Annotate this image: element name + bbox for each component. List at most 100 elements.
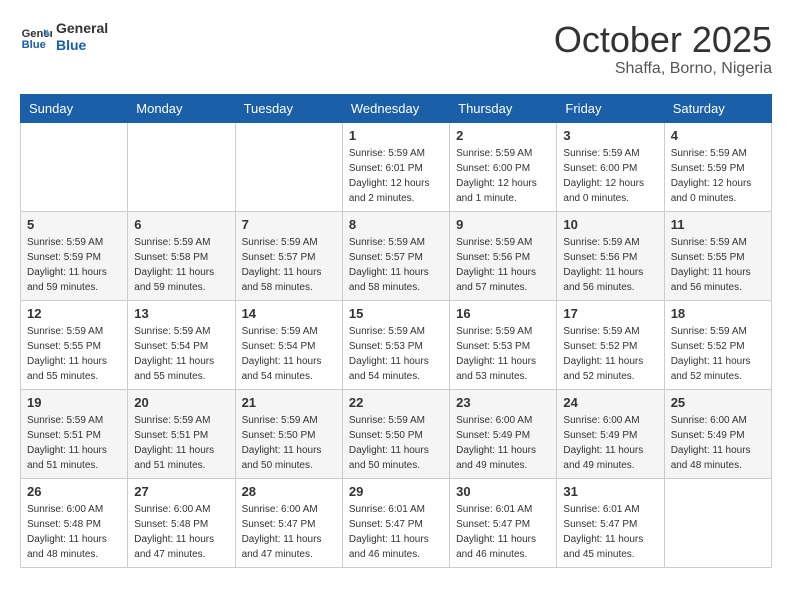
day-info: Sunrise: 5:59 AM Sunset: 5:54 PM Dayligh… bbox=[134, 324, 228, 384]
day-info: Sunrise: 5:59 AM Sunset: 5:57 PM Dayligh… bbox=[349, 235, 443, 295]
day-info: Sunrise: 5:59 AM Sunset: 5:52 PM Dayligh… bbox=[671, 324, 765, 384]
calendar-cell: 24 Sunrise: 6:00 AM Sunset: 5:49 PM Dayli… bbox=[557, 389, 664, 478]
day-number: 13 bbox=[134, 306, 228, 321]
day-number: 20 bbox=[134, 395, 228, 410]
day-info: Sunrise: 5:59 AM Sunset: 5:58 PM Dayligh… bbox=[134, 235, 228, 295]
calendar-cell: 11 Sunrise: 5:59 AM Sunset: 5:55 PM Dayli… bbox=[664, 211, 771, 300]
day-info: Sunrise: 5:59 AM Sunset: 5:59 PM Dayligh… bbox=[27, 235, 121, 295]
calendar-cell: 22Sunrise: 5:59 AM Sunset: 5:50 PM Dayli… bbox=[342, 389, 449, 478]
calendar-cell: 31Sunrise: 6:01 AM Sunset: 5:47 PM Dayli… bbox=[557, 478, 664, 567]
page-header: General Blue General Blue October 2025 S… bbox=[20, 20, 772, 78]
logo-icon: General Blue bbox=[20, 21, 52, 53]
weekday-header-friday: Friday bbox=[557, 94, 664, 122]
day-number: 7 bbox=[242, 217, 336, 232]
calendar-cell: 8 Sunrise: 5:59 AM Sunset: 5:57 PM Daylig… bbox=[342, 211, 449, 300]
day-info: Sunrise: 5:59 AM Sunset: 5:54 PM Dayligh… bbox=[242, 324, 336, 384]
day-number: 27 bbox=[134, 484, 228, 499]
weekday-header-monday: Monday bbox=[128, 94, 235, 122]
title-section: October 2025 Shaffa, Borno, Nigeria bbox=[554, 20, 772, 78]
calendar-cell: 15 Sunrise: 5:59 AM Sunset: 5:53 PM Dayli… bbox=[342, 300, 449, 389]
day-number: 9 bbox=[456, 217, 550, 232]
calendar-cell: 10 Sunrise: 5:59 AM Sunset: 5:56 PM Dayli… bbox=[557, 211, 664, 300]
location: Shaffa, Borno, Nigeria bbox=[554, 60, 772, 78]
calendar-cell: 12 Sunrise: 5:59 AM Sunset: 5:55 PM Dayli… bbox=[21, 300, 128, 389]
day-number: 21 bbox=[242, 395, 336, 410]
day-number: 12 bbox=[27, 306, 121, 321]
calendar-cell: 21 Sunrise: 5:59 AM Sunset: 5:50 PM Dayli… bbox=[235, 389, 342, 478]
day-number: 11 bbox=[671, 217, 765, 232]
day-number: 22 bbox=[349, 395, 443, 410]
day-info: Sunrise: 5:59 AM Sunset: 6:00 PM Dayligh… bbox=[456, 146, 550, 206]
day-info: Sunrise: 5:59 AM Sunset: 5:53 PM Dayligh… bbox=[456, 324, 550, 384]
day-info: Sunrise: 5:59 AM Sunset: 5:51 PM Dayligh… bbox=[134, 413, 228, 473]
day-info: Sunrise: 5:59 AM Sunset: 5:56 PM Dayligh… bbox=[563, 235, 657, 295]
calendar-cell: 30 Sunrise: 6:01 AM Sunset: 5:47 PM Dayli… bbox=[450, 478, 557, 567]
day-info: Sunrise: 6:01 AM Sunset: 5:47 PM Dayligh… bbox=[456, 502, 550, 562]
day-info: Sunrise: 5:59 AM Sunset: 5:55 PM Dayligh… bbox=[671, 235, 765, 295]
calendar-cell bbox=[128, 122, 235, 211]
month-title: October 2025 bbox=[554, 20, 772, 60]
day-number: 1 bbox=[349, 128, 443, 143]
day-number: 3 bbox=[563, 128, 657, 143]
calendar-cell: 18 Sunrise: 5:59 AM Sunset: 5:52 PM Dayli… bbox=[664, 300, 771, 389]
calendar-cell: 28Sunrise: 6:00 AM Sunset: 5:47 PM Dayli… bbox=[235, 478, 342, 567]
day-info: Sunrise: 5:59 AM Sunset: 5:52 PM Dayligh… bbox=[563, 324, 657, 384]
day-info: Sunrise: 6:00 AM Sunset: 5:49 PM Dayligh… bbox=[563, 413, 657, 473]
calendar-cell: 5 Sunrise: 5:59 AM Sunset: 5:59 PM Daylig… bbox=[21, 211, 128, 300]
day-number: 16 bbox=[456, 306, 550, 321]
calendar-week-3: 12 Sunrise: 5:59 AM Sunset: 5:55 PM Dayli… bbox=[21, 300, 772, 389]
calendar-cell: 1Sunrise: 5:59 AM Sunset: 6:01 PM Daylig… bbox=[342, 122, 449, 211]
calendar-week-1: 1Sunrise: 5:59 AM Sunset: 6:01 PM Daylig… bbox=[21, 122, 772, 211]
day-number: 8 bbox=[349, 217, 443, 232]
day-info: Sunrise: 5:59 AM Sunset: 5:57 PM Dayligh… bbox=[242, 235, 336, 295]
calendar-cell: 4 Sunrise: 5:59 AM Sunset: 5:59 PM Daylig… bbox=[664, 122, 771, 211]
day-number: 30 bbox=[456, 484, 550, 499]
day-number: 31 bbox=[563, 484, 657, 499]
day-number: 15 bbox=[349, 306, 443, 321]
day-info: Sunrise: 6:00 AM Sunset: 5:48 PM Dayligh… bbox=[134, 502, 228, 562]
calendar-cell: 7 Sunrise: 5:59 AM Sunset: 5:57 PM Daylig… bbox=[235, 211, 342, 300]
day-info: Sunrise: 6:00 AM Sunset: 5:48 PM Dayligh… bbox=[27, 502, 121, 562]
calendar-cell: 26 Sunrise: 6:00 AM Sunset: 5:48 PM Dayli… bbox=[21, 478, 128, 567]
day-info: Sunrise: 5:59 AM Sunset: 5:51 PM Dayligh… bbox=[27, 413, 121, 473]
weekday-header-sunday: Sunday bbox=[21, 94, 128, 122]
svg-text:Blue: Blue bbox=[22, 39, 46, 51]
day-number: 14 bbox=[242, 306, 336, 321]
calendar-cell: 2 Sunrise: 5:59 AM Sunset: 6:00 PM Daylig… bbox=[450, 122, 557, 211]
day-number: 24 bbox=[563, 395, 657, 410]
day-info: Sunrise: 6:00 AM Sunset: 5:49 PM Dayligh… bbox=[671, 413, 765, 473]
calendar-cell: 9Sunrise: 5:59 AM Sunset: 5:56 PM Daylig… bbox=[450, 211, 557, 300]
day-number: 26 bbox=[27, 484, 121, 499]
day-number: 19 bbox=[27, 395, 121, 410]
logo-general: General bbox=[56, 20, 108, 37]
day-info: Sunrise: 5:59 AM Sunset: 6:00 PM Dayligh… bbox=[563, 146, 657, 206]
day-info: Sunrise: 6:00 AM Sunset: 5:47 PM Dayligh… bbox=[242, 502, 336, 562]
day-number: 18 bbox=[671, 306, 765, 321]
calendar-cell: 3 Sunrise: 5:59 AM Sunset: 6:00 PM Daylig… bbox=[557, 122, 664, 211]
calendar-cell: 17 Sunrise: 5:59 AM Sunset: 5:52 PM Dayli… bbox=[557, 300, 664, 389]
calendar-week-2: 5 Sunrise: 5:59 AM Sunset: 5:59 PM Daylig… bbox=[21, 211, 772, 300]
calendar-cell: 16 Sunrise: 5:59 AM Sunset: 5:53 PM Dayli… bbox=[450, 300, 557, 389]
calendar-cell: 13 Sunrise: 5:59 AM Sunset: 5:54 PM Dayli… bbox=[128, 300, 235, 389]
calendar: SundayMondayTuesdayWednesdayThursdayFrid… bbox=[20, 94, 772, 568]
calendar-header-row: SundayMondayTuesdayWednesdayThursdayFrid… bbox=[21, 94, 772, 122]
day-number: 4 bbox=[671, 128, 765, 143]
day-number: 17 bbox=[563, 306, 657, 321]
calendar-cell: 19 Sunrise: 5:59 AM Sunset: 5:51 PM Dayli… bbox=[21, 389, 128, 478]
day-info: Sunrise: 5:59 AM Sunset: 5:59 PM Dayligh… bbox=[671, 146, 765, 206]
calendar-cell: 23Sunrise: 6:00 AM Sunset: 5:49 PM Dayli… bbox=[450, 389, 557, 478]
calendar-cell: 20 Sunrise: 5:59 AM Sunset: 5:51 PM Dayli… bbox=[128, 389, 235, 478]
day-info: Sunrise: 5:59 AM Sunset: 5:55 PM Dayligh… bbox=[27, 324, 121, 384]
day-number: 10 bbox=[563, 217, 657, 232]
day-info: Sunrise: 5:59 AM Sunset: 5:53 PM Dayligh… bbox=[349, 324, 443, 384]
calendar-cell: 6Sunrise: 5:59 AM Sunset: 5:58 PM Daylig… bbox=[128, 211, 235, 300]
calendar-week-4: 19 Sunrise: 5:59 AM Sunset: 5:51 PM Dayli… bbox=[21, 389, 772, 478]
day-number: 2 bbox=[456, 128, 550, 143]
day-number: 29 bbox=[349, 484, 443, 499]
calendar-cell: 25Sunrise: 6:00 AM Sunset: 5:49 PM Dayli… bbox=[664, 389, 771, 478]
day-number: 5 bbox=[27, 217, 121, 232]
logo-blue: Blue bbox=[56, 37, 108, 54]
calendar-cell bbox=[664, 478, 771, 567]
day-info: Sunrise: 5:59 AM Sunset: 5:50 PM Dayligh… bbox=[242, 413, 336, 473]
day-info: Sunrise: 6:01 AM Sunset: 5:47 PM Dayligh… bbox=[349, 502, 443, 562]
